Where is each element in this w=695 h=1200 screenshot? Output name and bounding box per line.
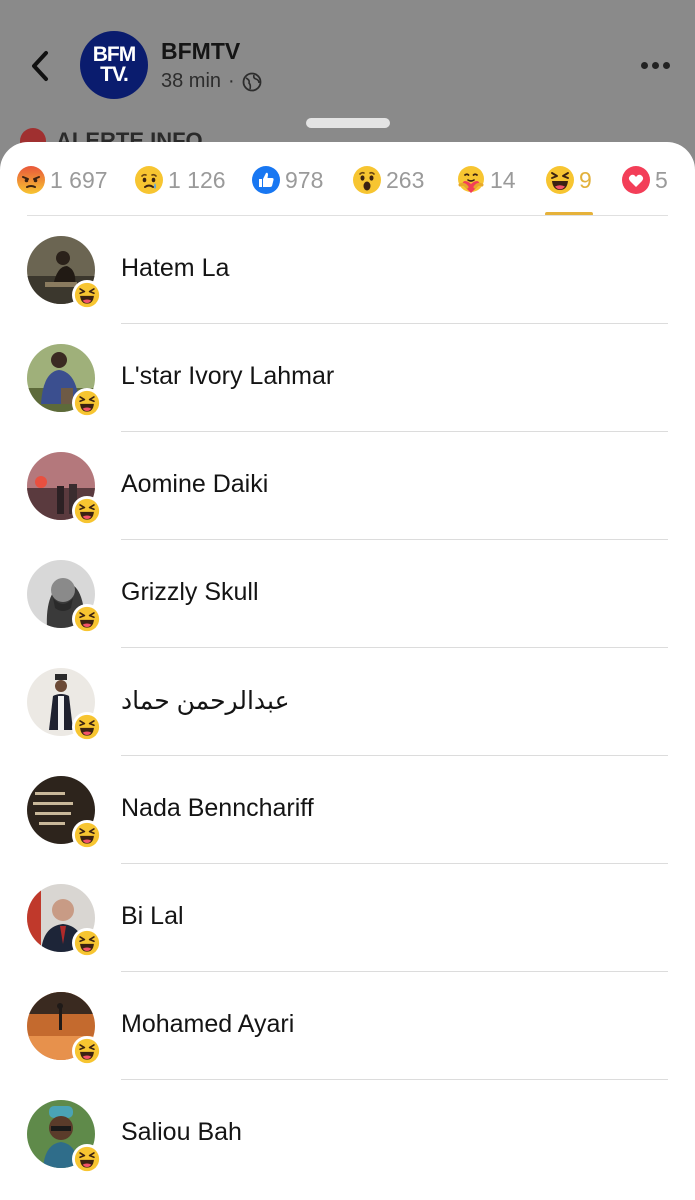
tab-love[interactable]: 5 [621, 162, 668, 198]
haha-icon [74, 1038, 100, 1064]
tab-angry[interactable]: 1 697 [16, 162, 108, 198]
chevron-left-icon [32, 51, 48, 81]
tab-care[interactable]: 14 [456, 162, 516, 198]
haha-icon [74, 282, 100, 308]
reaction-badge [72, 604, 102, 634]
reaction-tabs: 1 697 1 126 978 263 14 9 5 [0, 142, 695, 216]
list-item[interactable]: Hatem La [0, 216, 695, 324]
list-item[interactable]: Grizzly Skull [0, 540, 695, 648]
tab-count: 1 697 [50, 166, 108, 193]
list-item[interactable]: Nada Bennchariff [0, 756, 695, 864]
avatar-wrap [27, 452, 102, 526]
reactor-name[interactable]: Grizzly Skull [121, 578, 259, 607]
list-item[interactable]: عبدالرحمن حماد [0, 648, 695, 756]
avatar-wrap [27, 992, 102, 1066]
tab-sad[interactable]: 1 126 [134, 162, 226, 198]
love-icon [622, 166, 650, 194]
reactor-name[interactable]: Saliou Bah [121, 1118, 242, 1147]
tab-wow[interactable]: 263 [352, 162, 424, 198]
like-icon [252, 166, 280, 194]
globe-icon [242, 72, 262, 91]
reactor-name[interactable]: Nada Bennchariff [121, 794, 314, 823]
list-item[interactable]: L'star Ivory Lahmar [0, 324, 695, 432]
back-button[interactable] [22, 44, 58, 88]
tab-count: 1 126 [168, 166, 226, 193]
avatar-wrap [27, 776, 102, 850]
reaction-badge [72, 820, 102, 850]
post-time: 38 min [161, 70, 222, 92]
sheet-grabber[interactable] [306, 118, 390, 128]
haha-icon [74, 606, 100, 632]
reaction-badge [72, 280, 102, 310]
post-meta: 38 min · [161, 70, 262, 93]
haha-icon [546, 166, 574, 194]
haha-icon [74, 498, 100, 524]
haha-icon [74, 1146, 100, 1172]
reaction-badge [72, 928, 102, 958]
reaction-badge [72, 712, 102, 742]
reactor-name[interactable]: Mohamed Ayari [121, 1010, 294, 1039]
page-logo[interactable]: BFM TV. [80, 31, 148, 99]
dot-icon [640, 61, 648, 69]
tab-like[interactable]: 978 [251, 162, 323, 198]
reactor-name[interactable]: Hatem La [121, 254, 229, 283]
avatar-wrap [27, 668, 102, 742]
dot-icon [662, 61, 670, 69]
reactions-sheet: 1 697 1 126 978 263 14 9 5 Hatem La L'st… [0, 142, 695, 1200]
list-item[interactable]: Saliou Bah [0, 1080, 695, 1188]
tab-count: 9 [579, 166, 592, 193]
list-item[interactable]: Aomine Daiki [0, 432, 695, 540]
tab-count: 978 [285, 166, 324, 193]
logo-line2: TV. [100, 63, 129, 86]
avatar-wrap [27, 1100, 102, 1174]
tab-count: 263 [386, 166, 425, 193]
list-item[interactable]: Bi Lal [0, 864, 695, 972]
avatar-wrap [27, 884, 102, 958]
avatar-wrap [27, 236, 102, 310]
care-icon [458, 166, 484, 193]
reaction-badge [72, 1144, 102, 1174]
post-header: BFM TV. BFMTV 38 min · ALERTE INFO [0, 0, 695, 160]
reactors-list: Hatem La L'star Ivory Lahmar Aomine Daik… [0, 216, 695, 1188]
tab-count: 5 [655, 166, 668, 193]
haha-icon [74, 390, 100, 416]
reaction-badge [72, 496, 102, 526]
more-options-button[interactable] [634, 50, 676, 80]
angry-icon [17, 166, 45, 194]
reactor-name[interactable]: Bi Lal [121, 902, 184, 931]
haha-icon [74, 822, 100, 848]
list-item[interactable]: Mohamed Ayari [0, 972, 695, 1080]
haha-icon [74, 714, 100, 740]
reactor-name[interactable]: عبدالرحمن حماد [121, 686, 289, 716]
reaction-badge [72, 1036, 102, 1066]
reactor-name[interactable]: L'star Ivory Lahmar [121, 362, 334, 391]
meta-separator: · [228, 70, 235, 92]
avatar-wrap [27, 560, 102, 634]
logo-line1: BFM [92, 43, 136, 66]
tab-haha[interactable]: 9 [545, 162, 592, 198]
sad-icon [135, 166, 163, 194]
avatar-wrap [27, 344, 102, 418]
wow-icon [353, 166, 381, 194]
page-name[interactable]: BFMTV [161, 38, 240, 65]
haha-icon [74, 930, 100, 956]
reaction-badge [72, 388, 102, 418]
reactor-name[interactable]: Aomine Daiki [121, 470, 268, 499]
tab-count: 14 [490, 166, 516, 193]
dot-icon [651, 61, 659, 69]
